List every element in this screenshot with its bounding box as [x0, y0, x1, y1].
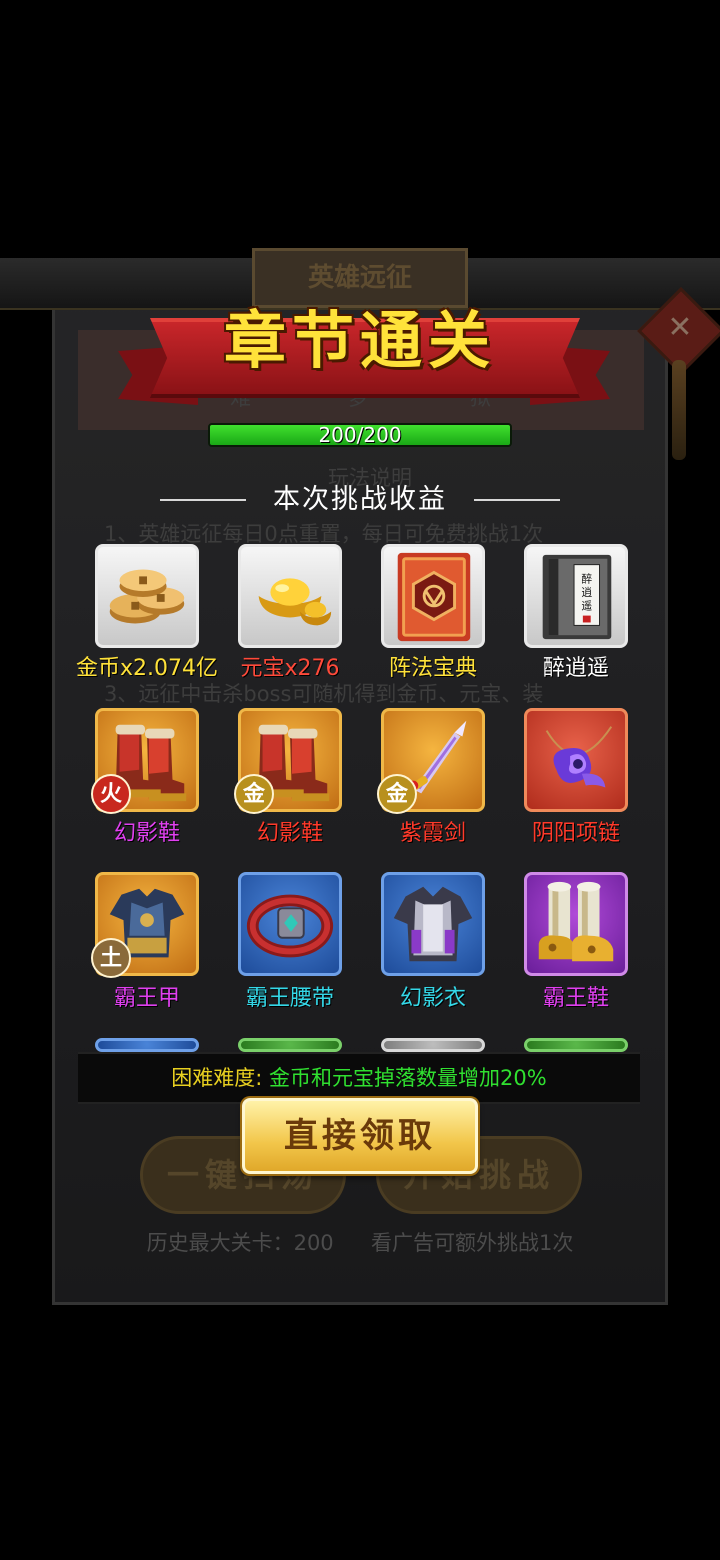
robe-icon — [384, 875, 482, 973]
chapter-clear-title: 章节通关 — [223, 304, 496, 377]
gold-ingot-icon — [241, 547, 339, 645]
reward-item-label: 金币x2.074亿 — [75, 656, 218, 681]
svg-text:醉: 醉 — [581, 572, 592, 585]
reward-item[interactable] — [381, 544, 485, 648]
reward-item[interactable] — [95, 544, 199, 648]
footer-info: 历史最大关卡：200 看广告可额外挑战1次 — [100, 1226, 620, 1260]
svg-text:逍: 逍 — [581, 586, 592, 599]
reward-item-label: 霸王鞋 — [542, 986, 609, 1011]
scroll-book-icon: 醉逍遥 — [527, 547, 625, 645]
element-badge: 金 — [234, 774, 274, 814]
reward-item[interactable] — [524, 872, 628, 976]
divider-left — [160, 499, 246, 501]
reward-item-label: 幻影鞋 — [256, 821, 323, 846]
reward-item-label: 幻影鞋 — [113, 821, 180, 846]
reward-item-partial — [524, 1038, 628, 1052]
rewards-title: 本次挑战收益 — [273, 484, 447, 515]
reward-item[interactable] — [238, 544, 342, 648]
golden-boots-icon — [527, 875, 625, 973]
tassel-decoration — [672, 360, 686, 460]
progress-text: 200/200 — [318, 423, 402, 447]
element-badge: 火 — [91, 774, 131, 814]
svg-text:遥: 遥 — [581, 600, 592, 613]
necklace-icon — [527, 711, 625, 809]
reward-item-label: 幻影衣 — [399, 986, 466, 1011]
claim-directly-button[interactable]: 直接领取 — [242, 1098, 478, 1174]
difficulty-label: 困难难度: — [171, 1066, 263, 1090]
reward-item-partial — [381, 1038, 485, 1052]
reward-item-label: 霸王腰带 — [245, 986, 334, 1011]
reward-item[interactable]: 醉逍遥 — [524, 544, 628, 648]
reward-item-label: 阵法宝典 — [388, 656, 477, 681]
reward-item-partial — [95, 1038, 199, 1052]
reward-item-label: 阴阳项链 — [531, 821, 620, 846]
rewards-header: 本次挑战收益 — [160, 480, 560, 520]
divider-right — [474, 499, 560, 501]
reward-item-label: 元宝x276 — [240, 656, 340, 681]
history-max-level: 历史最大关卡：200 — [146, 1231, 334, 1255]
element-badge: 土 — [91, 938, 131, 978]
difficulty-bonus-text: 金币和元宝掉落数量增加20% — [269, 1066, 547, 1090]
reward-item[interactable] — [238, 872, 342, 976]
reward-item-label: 紫霞剑 — [399, 821, 466, 846]
gold-coins-icon — [98, 547, 196, 645]
reward-item-partial — [238, 1038, 342, 1052]
element-badge: 金 — [377, 774, 417, 814]
ad-extra-challenge: 看广告可额外挑战1次 — [371, 1231, 574, 1255]
reward-item[interactable] — [524, 708, 628, 812]
reward-item-label: 霸王甲 — [113, 986, 180, 1011]
difficulty-bonus-bar: 困难难度: 金币和元宝掉落数量增加20% — [78, 1052, 640, 1104]
reward-item[interactable] — [381, 872, 485, 976]
formation-book-icon — [384, 547, 482, 645]
close-icon: ✕ — [667, 310, 693, 345]
belt-icon — [241, 875, 339, 973]
reward-item-label: 醉逍遥 — [542, 656, 609, 681]
